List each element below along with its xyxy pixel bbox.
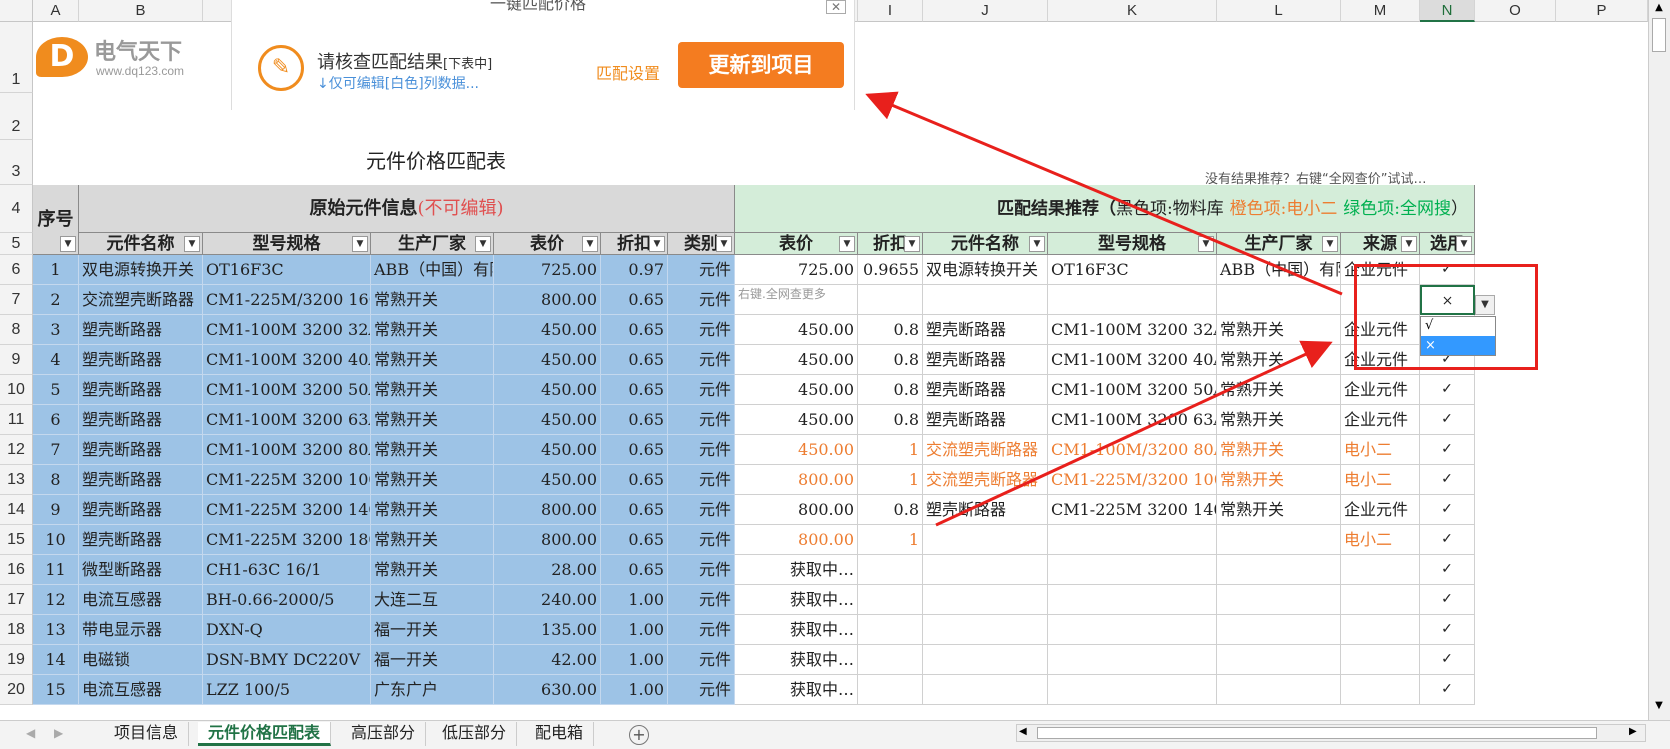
scroll-left-icon[interactable]: ◀ bbox=[1019, 726, 1027, 737]
tab-prev-icon[interactable]: ◀ bbox=[26, 726, 35, 740]
horizontal-scrollbar[interactable]: ◀ ▶ bbox=[1016, 724, 1646, 742]
add-sheet-button[interactable]: + bbox=[629, 725, 649, 745]
scroll-right-icon[interactable]: ▶ bbox=[1629, 726, 1637, 737]
annotation-arrows bbox=[865, 91, 1343, 527]
scroll-down-icon[interactable]: ▼ bbox=[1652, 700, 1666, 714]
tab-0[interactable]: 项目信息 bbox=[104, 722, 190, 746]
vertical-scrollbar[interactable]: ▲ ▼ bbox=[1648, 0, 1670, 720]
tab-1[interactable]: 元件价格匹配表 bbox=[198, 722, 332, 746]
scroll-up-icon[interactable]: ▲ bbox=[1652, 2, 1666, 16]
horizontal-scroll-thumb[interactable] bbox=[1037, 727, 1597, 739]
annotation-arrow-to-update-button bbox=[865, 91, 1343, 296]
tab-next-icon[interactable]: ▶ bbox=[54, 726, 63, 740]
annotation-arrow-to-dropdown bbox=[935, 340, 1333, 527]
vertical-scroll-thumb[interactable] bbox=[1652, 18, 1666, 52]
tab-3[interactable]: 低压部分 bbox=[432, 722, 518, 746]
tab-2[interactable]: 高压部分 bbox=[341, 722, 427, 746]
tab-4[interactable]: 配电箱 bbox=[525, 722, 595, 746]
